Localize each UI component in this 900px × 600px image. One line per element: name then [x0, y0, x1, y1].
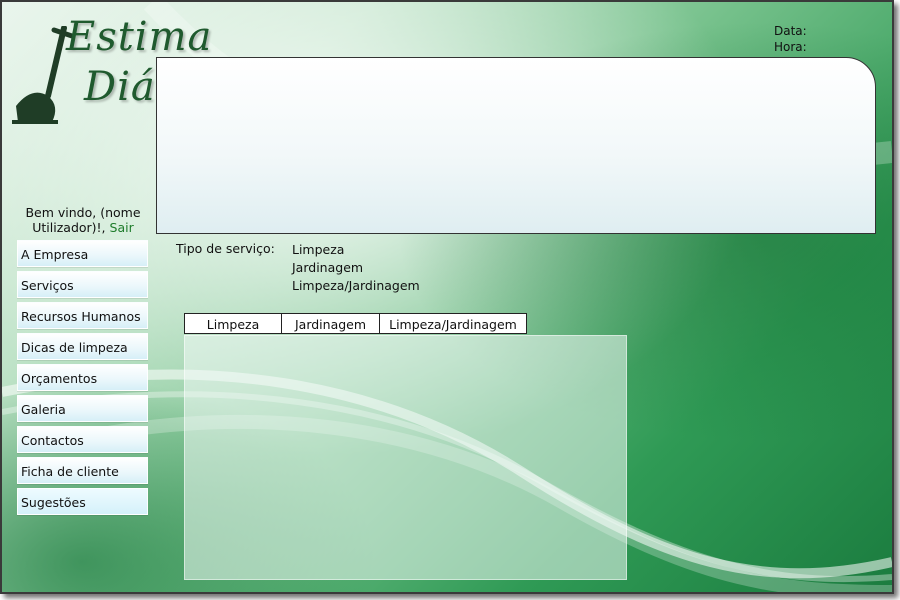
menu-item-contactos[interactable]: Contactos	[17, 426, 148, 453]
tab-limpeza-jardinagem[interactable]: Limpeza/Jardinagem	[379, 313, 527, 334]
menu-item-sugestoes[interactable]: Sugestões	[17, 488, 148, 515]
service-option-limpeza-jardinagem[interactable]: Limpeza/Jardinagem	[292, 277, 420, 295]
tab-jardinagem[interactable]: Jardinagem	[281, 313, 380, 334]
page-frame: Estima Diária Data: Hora: Bem vindo, (no…	[0, 0, 894, 594]
logo-text-line1: Estima	[66, 14, 213, 60]
menu-item-galeria[interactable]: Galeria	[17, 395, 148, 422]
service-type-label: Tipo de serviço:	[176, 241, 275, 256]
welcome-message: Bem vindo, (nome Utilizador)!, Sair	[16, 205, 150, 235]
menu-item-ficha-de-cliente[interactable]: Ficha de cliente	[17, 457, 148, 484]
tab-content-panel	[184, 335, 627, 580]
menu-item-dicas-de-limpeza[interactable]: Dicas de limpeza	[17, 333, 148, 360]
menu-item-recursos-humanos[interactable]: Recursos Humanos	[17, 302, 148, 329]
time-label: Hora:	[774, 40, 807, 54]
date-label: Data:	[774, 24, 807, 38]
date-time-display: Data: Hora:	[774, 23, 807, 55]
sidebar-menu: A Empresa Serviços Recursos Humanos Dica…	[17, 240, 148, 519]
content-panel	[156, 57, 876, 234]
menu-item-a-empresa[interactable]: A Empresa	[17, 240, 148, 267]
tab-limpeza[interactable]: Limpeza	[184, 313, 282, 334]
service-option-jardinagem[interactable]: Jardinagem	[292, 259, 420, 277]
service-type-options: Limpeza Jardinagem Limpeza/Jardinagem	[292, 241, 420, 295]
menu-item-servicos[interactable]: Serviços	[17, 271, 148, 298]
logout-link[interactable]: Sair	[110, 220, 134, 235]
service-option-limpeza[interactable]: Limpeza	[292, 241, 420, 259]
menu-item-orcamentos[interactable]: Orçamentos	[17, 364, 148, 391]
